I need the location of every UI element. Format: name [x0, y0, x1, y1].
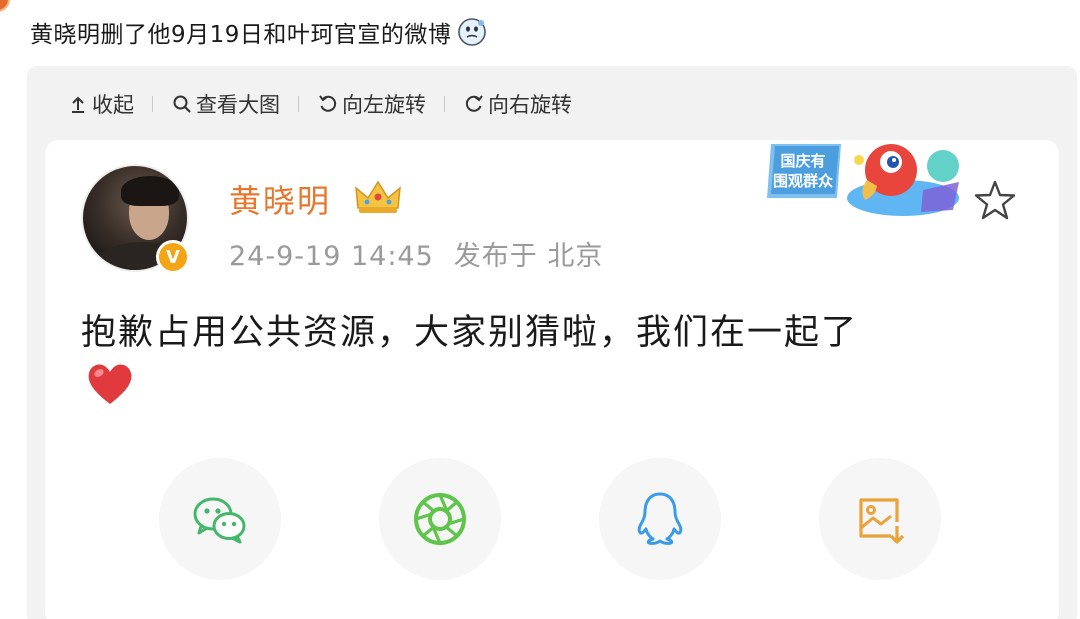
promo-text-2: 围观群众 [773, 172, 833, 190]
rotate-right-label: 向右旋转 [488, 93, 572, 117]
share-wechat-button[interactable] [159, 458, 281, 580]
collapse-label: 收起 [92, 93, 134, 117]
toolbar-divider [298, 96, 299, 112]
toolbar-divider [152, 96, 153, 112]
wechat-icon [193, 497, 246, 544]
post-title-text: 黄晓明删了他9月19日和叶珂官宣的微博 [30, 22, 452, 48]
verified-badge: V [156, 240, 190, 274]
promo-text-1: 国庆有 [780, 152, 825, 170]
rotate-left-button[interactable]: 向左旋转 [317, 89, 426, 119]
qq-icon [637, 492, 683, 545]
image-viewer-panel: 收起 查看大图 向左旋转 向右旋转 V 黄晓明 24-9-19 14:45 发布… [27, 66, 1077, 619]
post-content: 抱歉占用公共资源，大家别猜啦，我们在一起了 [81, 313, 859, 353]
view-large-button[interactable]: 查看大图 [171, 89, 280, 119]
share-actions [159, 458, 959, 580]
rotate-right-icon [465, 95, 483, 112]
crown-icon [355, 180, 401, 213]
thinking-face-icon [458, 18, 487, 46]
post-location: 发布于 北京 [453, 241, 604, 272]
search-icon [173, 95, 191, 113]
rotate-right-button[interactable]: 向右旋转 [463, 89, 572, 119]
collapse-button[interactable]: 收起 [67, 89, 134, 119]
view-large-label: 查看大图 [196, 93, 280, 117]
user-name[interactable]: 黄晓明 [229, 176, 331, 222]
collapse-icon [72, 96, 84, 113]
star-icon[interactable] [973, 178, 1017, 222]
post-title: 黄晓明删了他9月19日和叶珂官宣的微博 [30, 14, 487, 50]
heart-icon [88, 364, 132, 404]
image-toolbar: 收起 查看大图 向左旋转 向右旋转 [67, 80, 572, 128]
save-image-button[interactable] [819, 458, 941, 580]
moments-icon [414, 493, 466, 545]
share-moments-button[interactable] [379, 458, 501, 580]
post-meta: 24-9-19 14:45 发布于 北京 [229, 234, 603, 273]
national-day-promo-sticker: 国庆有 围观群众 [763, 140, 973, 226]
weibo-screenshot-card: V 黄晓明 24-9-19 14:45 发布于 北京 国庆有 围观群众 抱歉占用… [45, 140, 1059, 619]
author-avatar[interactable] [0, 0, 10, 12]
share-qq-button[interactable] [599, 458, 721, 580]
toolbar-divider [444, 96, 445, 112]
post-date: 24-9-19 14:45 [229, 241, 434, 272]
avatar-hair [121, 176, 179, 206]
rotate-left-label: 向左旋转 [342, 93, 426, 117]
save-image-icon [859, 498, 905, 544]
rotate-left-icon [319, 95, 337, 112]
